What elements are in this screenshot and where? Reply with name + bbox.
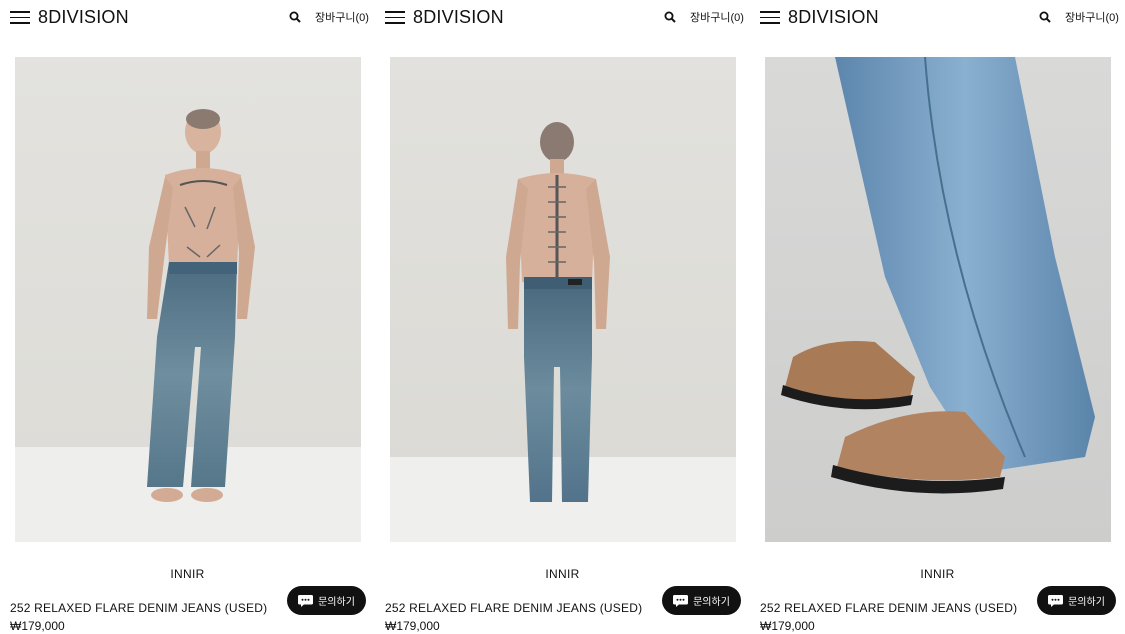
product-price: ₩179,000 [760, 619, 815, 633]
top-header: 8DIVISION 장바구니(0) [750, 0, 1125, 34]
inquiry-button[interactable]: 문의하기 [662, 586, 741, 615]
product-photo-back[interactable] [390, 57, 736, 542]
inquiry-button[interactable]: 문의하기 [287, 586, 366, 615]
inquiry-button-label: 문의하기 [318, 597, 355, 608]
product-name[interactable]: 252 RELAXED FLARE DENIM JEANS (USED) [10, 601, 267, 615]
site-logo[interactable]: 8DIVISION [788, 7, 879, 28]
product-price: ₩179,000 [10, 619, 65, 633]
inquiry-button-label: 문의하기 [693, 597, 730, 608]
product-price: ₩179,000 [385, 619, 440, 633]
inquiry-button[interactable]: 문의하기 [1037, 586, 1116, 615]
cart-link[interactable]: 장바구니(0) [1065, 9, 1119, 25]
brand-name[interactable]: INNIR [0, 567, 375, 581]
hamburger-menu-icon[interactable] [760, 11, 780, 24]
product-screens: 8DIVISION 장바구니(0) INNIR 252 RELAXED FLAR… [0, 0, 1125, 634]
top-header: 8DIVISION 장바구니(0) [0, 0, 375, 34]
product-name[interactable]: 252 RELAXED FLARE DENIM JEANS (USED) [760, 601, 1017, 615]
hamburger-menu-icon[interactable] [385, 11, 405, 24]
product-photo-detail[interactable] [765, 57, 1111, 542]
brand-name[interactable]: INNIR [750, 567, 1125, 581]
product-panel-2: 8DIVISION 장바구니(0) INNIR 252 RELAXED FLAR… [375, 0, 750, 634]
search-icon[interactable] [1039, 11, 1051, 23]
site-logo[interactable]: 8DIVISION [413, 7, 504, 28]
product-photo-front[interactable] [15, 57, 361, 542]
site-logo[interactable]: 8DIVISION [38, 7, 129, 28]
search-icon[interactable] [664, 11, 676, 23]
chat-bubble-icon [673, 594, 689, 607]
chat-bubble-icon [1048, 594, 1064, 607]
product-panel-1: 8DIVISION 장바구니(0) INNIR 252 RELAXED FLAR… [0, 0, 375, 634]
inquiry-button-label: 문의하기 [1068, 597, 1105, 608]
chat-bubble-icon [298, 594, 314, 607]
product-name[interactable]: 252 RELAXED FLARE DENIM JEANS (USED) [385, 601, 642, 615]
product-panel-3: 8DIVISION 장바구니(0) INNIR 252 RELAXED FLAR… [750, 0, 1125, 634]
cart-link[interactable]: 장바구니(0) [315, 9, 369, 25]
brand-name[interactable]: INNIR [375, 567, 750, 581]
top-header: 8DIVISION 장바구니(0) [375, 0, 750, 34]
hamburger-menu-icon[interactable] [10, 11, 30, 24]
cart-link[interactable]: 장바구니(0) [690, 9, 744, 25]
search-icon[interactable] [289, 11, 301, 23]
